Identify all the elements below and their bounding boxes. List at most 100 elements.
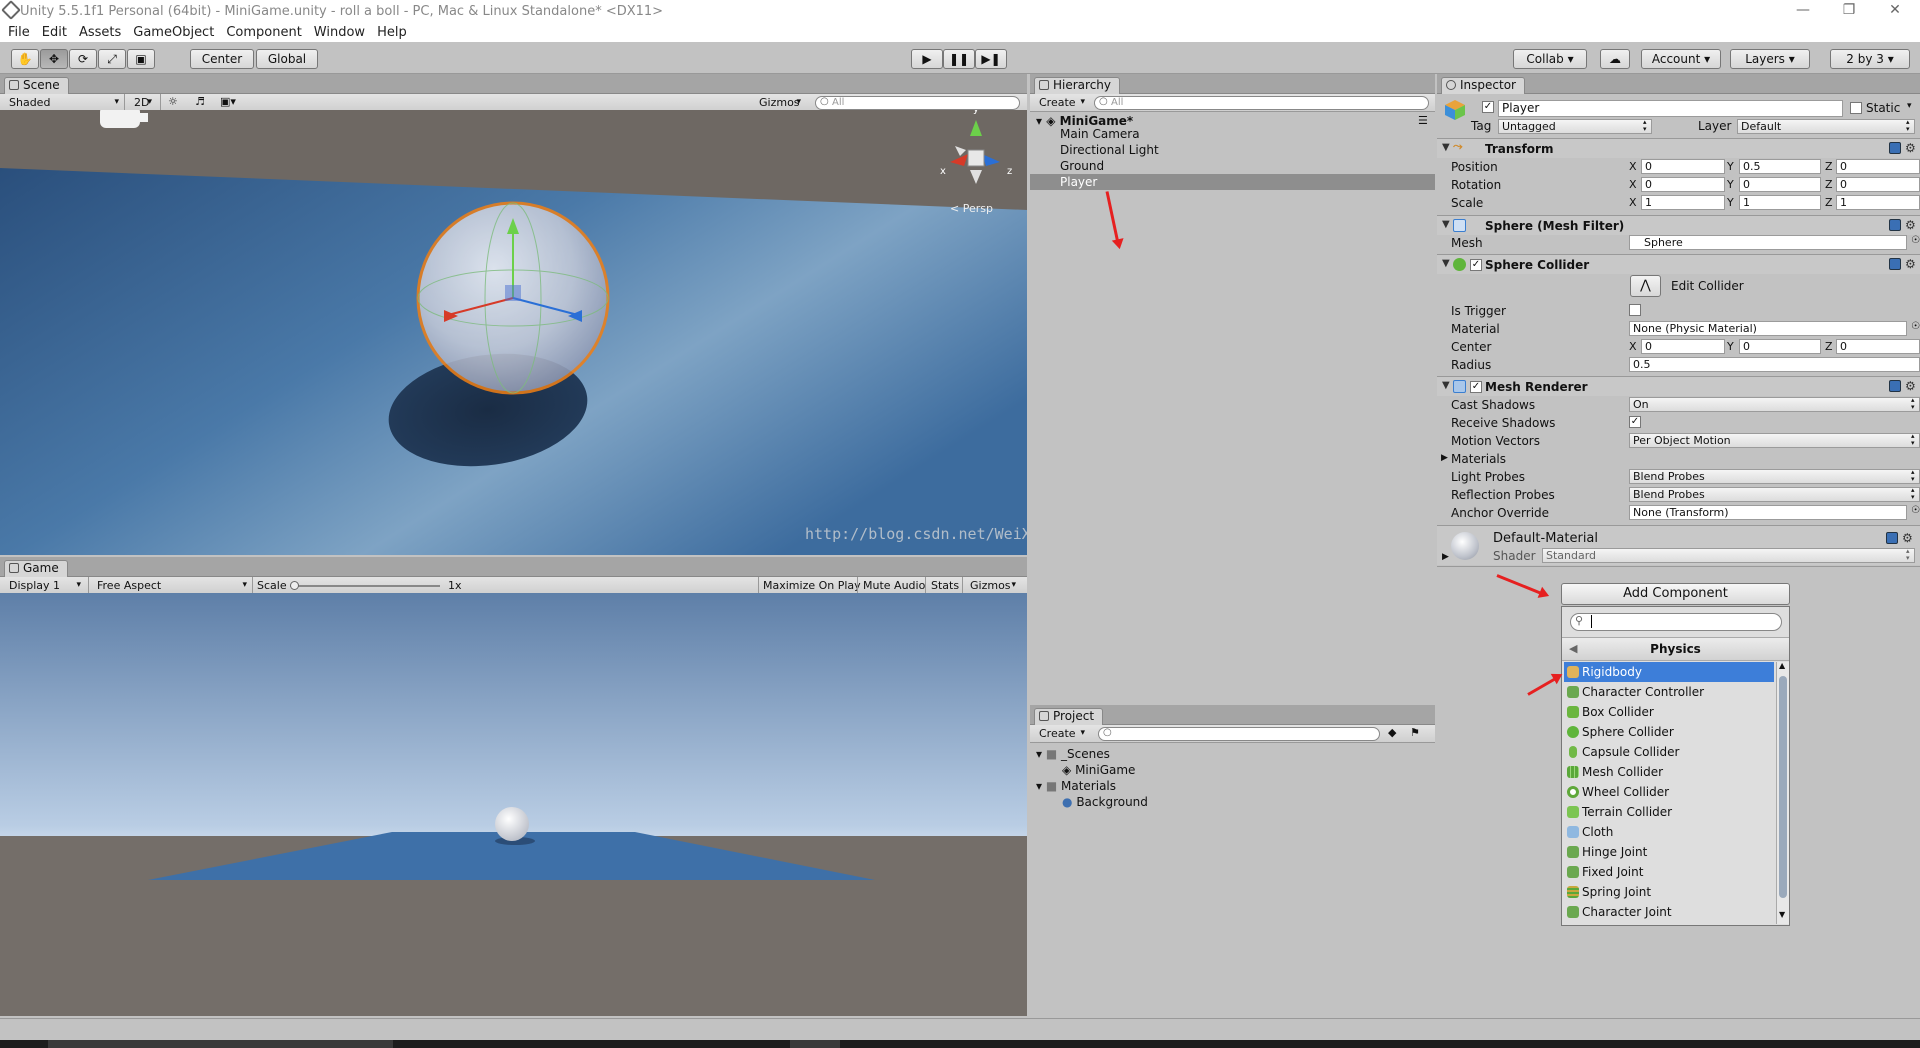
search-by-label-icon[interactable]: ⚑ [1410, 726, 1420, 739]
taskbar-item[interactable] [48, 1040, 393, 1048]
layer-dropdown[interactable]: Default [1737, 119, 1915, 134]
rotation-x-field[interactable]: 0 [1641, 177, 1725, 192]
center-x-field[interactable]: 0 [1641, 339, 1725, 354]
cloud-icon[interactable]: ☁ [1600, 49, 1630, 69]
tab-hierarchy[interactable]: Hierarchy [1034, 77, 1121, 94]
hand-tool-icon[interactable]: ✋ [11, 49, 39, 69]
maximize-on-play-toggle[interactable]: Maximize On Play [763, 579, 861, 592]
component-item-capsule-collider[interactable]: Capsule Collider [1564, 742, 1774, 762]
scale-slider[interactable] [290, 585, 440, 587]
radius-field[interactable]: 0.5 [1629, 357, 1920, 372]
static-dropdown-icon[interactable]: ▾ [1907, 101, 1912, 111]
help-book-icon[interactable] [1889, 219, 1901, 231]
component-search-input[interactable]: ⚲ [1570, 613, 1782, 631]
component-item-mesh-collider[interactable]: Mesh Collider [1564, 762, 1774, 782]
minimize-icon[interactable]: — [1780, 0, 1826, 22]
menu-assets[interactable]: Assets [73, 25, 127, 40]
add-component-button[interactable]: Add Component [1561, 583, 1790, 605]
close-icon[interactable]: ✕ [1872, 0, 1918, 22]
audio-toggle-icon[interactable]: ♬ [195, 95, 205, 108]
scroll-up-icon[interactable]: ▲ [1779, 661, 1785, 670]
static-checkbox[interactable] [1850, 102, 1862, 114]
shading-mode-dropdown[interactable]: Shaded [4, 95, 122, 111]
sphere-collider-enabled-checkbox[interactable]: ✓ [1470, 259, 1482, 271]
component-item-terrain-collider[interactable]: Terrain Collider [1564, 802, 1774, 822]
hierarchy-item-player[interactable]: Player [1060, 174, 1097, 190]
rect-tool-icon[interactable]: ▣ [127, 49, 155, 69]
component-item-rigidbody[interactable]: Rigidbody [1564, 662, 1774, 682]
gear-icon[interactable]: ⚙ [1902, 531, 1913, 545]
scrollbar-thumb[interactable] [1779, 676, 1787, 898]
gear-icon[interactable]: ⚙ [1905, 218, 1916, 232]
hierarchy-scene-menu-icon[interactable]: ☰ [1418, 114, 1428, 127]
gear-icon[interactable]: ⚙ [1905, 257, 1916, 271]
layout-dropdown[interactable]: 2 by 3 ▾ [1830, 49, 1910, 69]
expand-arrow-icon[interactable]: ▶ [1442, 552, 1449, 562]
search-by-type-icon[interactable]: ◆ [1388, 726, 1396, 739]
tab-project[interactable]: Project [1034, 708, 1104, 725]
pivot-center-button[interactable]: Center [190, 49, 254, 69]
object-picker-icon[interactable]: ☉ [1911, 235, 1920, 246]
component-item-wheel-collider[interactable]: Wheel Collider [1564, 782, 1774, 802]
hierarchy-item-ground[interactable]: Ground [1060, 158, 1104, 174]
component-item-character-joint[interactable]: Character Joint [1564, 902, 1774, 922]
edit-collider-button[interactable]: ⋀ [1630, 275, 1661, 297]
project-create-dropdown[interactable]: Create [1034, 726, 1088, 742]
component-item-cloth[interactable]: Cloth [1564, 822, 1774, 842]
mesh-renderer-enabled-checkbox[interactable]: ✓ [1470, 381, 1482, 393]
move-tool-icon[interactable]: ✥ [40, 49, 68, 69]
help-book-icon[interactable] [1889, 380, 1901, 392]
scale-z-field[interactable]: 1 [1836, 195, 1920, 210]
2d-toggle[interactable]: 2D [131, 95, 155, 111]
step-button[interactable]: ▶❚ [975, 49, 1007, 69]
component-item-character-controller[interactable]: Character Controller [1564, 682, 1774, 702]
scroll-down-icon[interactable]: ▼ [1779, 910, 1785, 919]
materials-row[interactable]: ▶ Materials [1437, 450, 1920, 468]
lighting-toggle-icon[interactable]: ☼ [168, 95, 178, 108]
project-item-minigame[interactable]: ◈ MiniGame [1062, 763, 1135, 777]
object-picker-icon[interactable]: ☉ [1911, 505, 1920, 516]
center-z-field[interactable]: 0 [1836, 339, 1920, 354]
position-y-field[interactable]: 0.5 [1739, 159, 1821, 174]
menu-help[interactable]: Help [371, 25, 413, 40]
help-book-icon[interactable] [1886, 532, 1898, 544]
gear-icon[interactable]: ⚙ [1905, 141, 1916, 155]
scale-tool-icon[interactable]: ⤢ [98, 49, 126, 69]
scale-x-field[interactable]: 1 [1641, 195, 1725, 210]
anchor-override-field[interactable]: None (Transform) [1629, 505, 1907, 520]
collider-material-field[interactable]: None (Physic Material) [1629, 321, 1907, 336]
motion-vectors-dropdown[interactable]: Per Object Motion [1629, 433, 1920, 448]
scale-slider-thumb[interactable] [290, 581, 299, 590]
tab-scene[interactable]: Scene [4, 77, 69, 94]
hierarchy-search-input[interactable]: All [1094, 96, 1429, 110]
category-header[interactable]: ◀ Physics [1562, 637, 1789, 661]
hierarchy-create-dropdown[interactable]: Create [1034, 95, 1088, 111]
scene-search-input[interactable]: All [815, 96, 1020, 110]
receive-shadows-checkbox[interactable]: ✓ [1629, 416, 1641, 428]
mesh-field[interactable]: Sphere [1629, 235, 1907, 250]
stats-toggle[interactable]: Stats [931, 579, 959, 592]
component-item-sphere-collider[interactable]: Sphere Collider [1564, 722, 1774, 742]
component-list-scrollbar[interactable]: ▲ ▼ [1776, 661, 1789, 924]
component-item-spring-joint[interactable]: Spring Joint [1564, 882, 1774, 902]
project-item-background[interactable]: ● Background [1062, 795, 1148, 809]
display-dropdown[interactable]: Display 1 [4, 578, 84, 594]
project-folder-scenes[interactable]: ▾ ■ _Scenes [1036, 747, 1110, 761]
component-menu[interactable]: ⚙ [1889, 218, 1919, 232]
position-z-field[interactable]: 0 [1836, 159, 1920, 174]
object-name-field[interactable]: Player [1498, 100, 1843, 117]
rotate-tool-icon[interactable]: ⟳ [69, 49, 97, 69]
light-probes-dropdown[interactable]: Blend Probes [1629, 469, 1920, 484]
help-book-icon[interactable] [1889, 142, 1901, 154]
sphere-collider-header[interactable]: ▼ ✓ Sphere Collider ⚙ [1437, 254, 1920, 274]
position-x-field[interactable]: 0 [1641, 159, 1725, 174]
component-menu[interactable]: ⚙ [1889, 257, 1919, 271]
rotation-z-field[interactable]: 0 [1836, 177, 1920, 192]
effects-toggle-icon[interactable]: ▣▾ [220, 95, 236, 108]
menu-component[interactable]: Component [220, 25, 307, 40]
account-dropdown[interactable]: Account ▾ [1641, 49, 1721, 69]
shader-dropdown[interactable]: Standard [1542, 548, 1915, 563]
projection-label[interactable]: < Persp [950, 202, 993, 215]
component-menu[interactable]: ⚙ [1889, 379, 1919, 393]
tag-dropdown[interactable]: Untagged [1498, 119, 1652, 134]
